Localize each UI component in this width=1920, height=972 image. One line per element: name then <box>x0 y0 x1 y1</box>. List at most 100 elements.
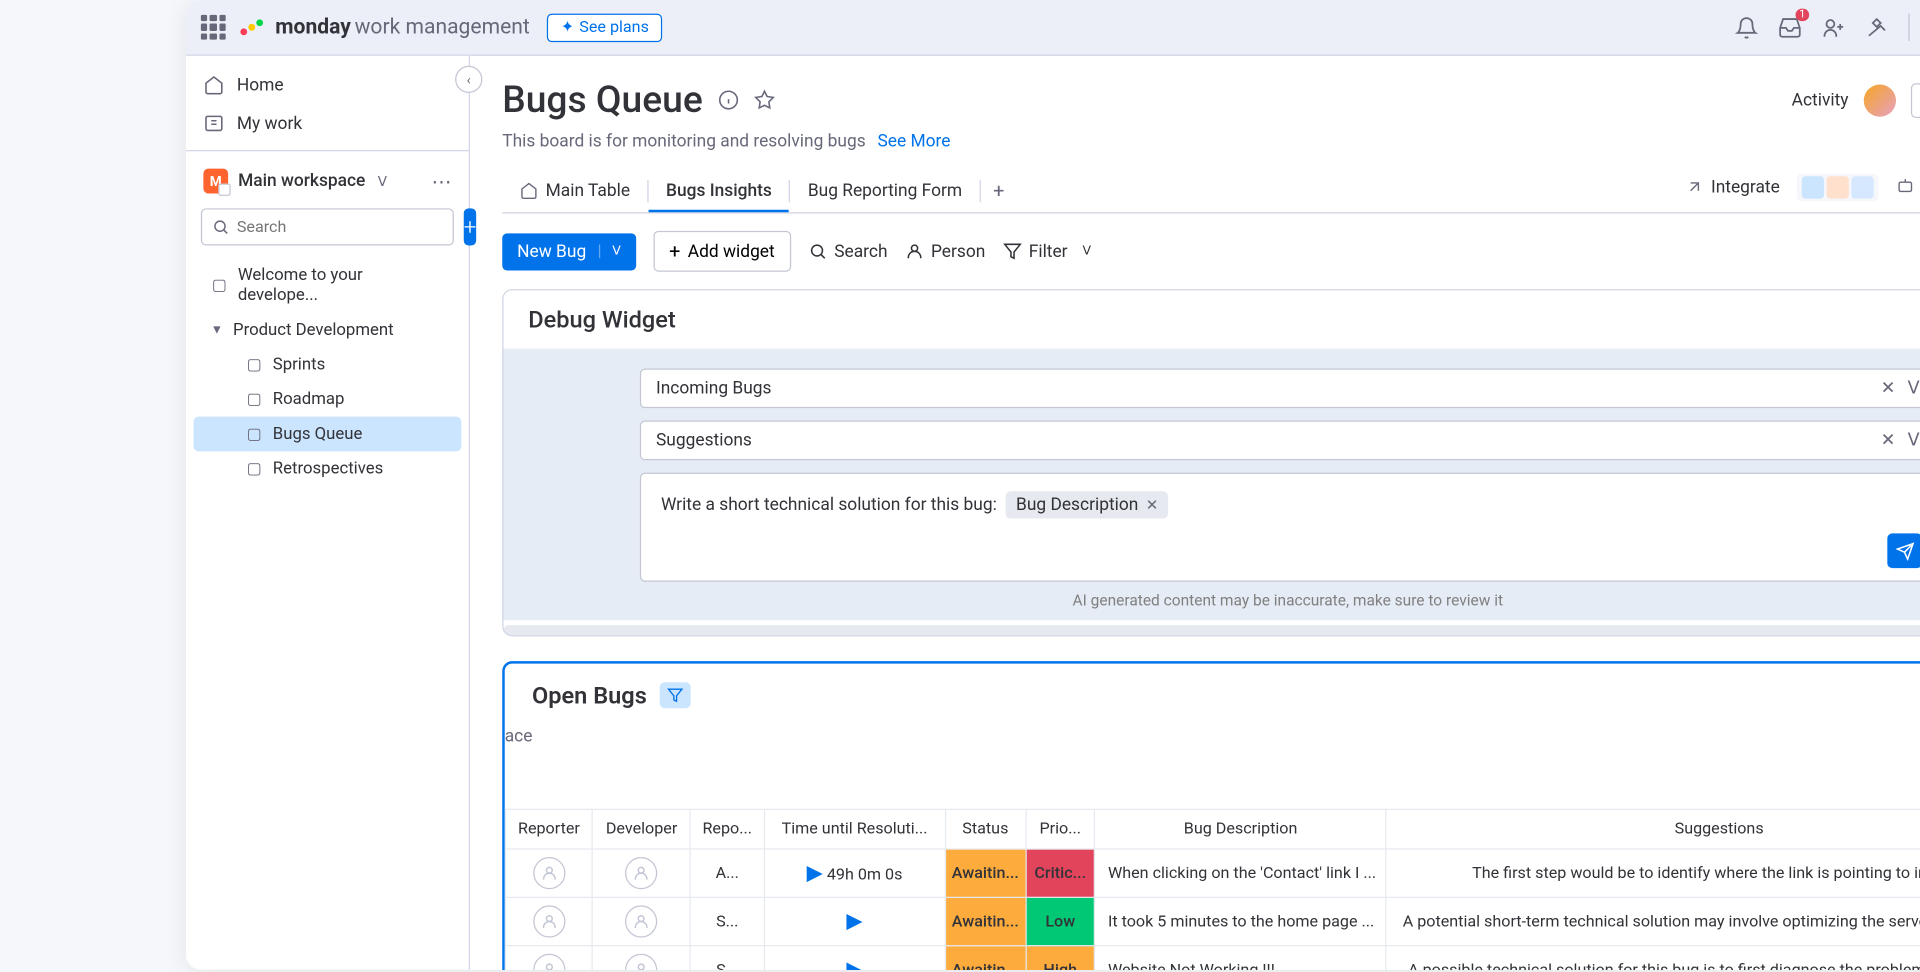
play-icon[interactable]: ▶ <box>846 909 862 934</box>
column-header[interactable]: Developer <box>593 809 691 849</box>
priority-cell[interactable]: High <box>1026 946 1095 970</box>
activity-avatar[interactable] <box>1863 84 1895 116</box>
integration-logos[interactable] <box>1797 173 1879 200</box>
board-icon: ▢ <box>246 459 263 478</box>
inbox-icon[interactable]: 1 <box>1778 16 1802 40</box>
chevron-down-icon[interactable]: ᐯ <box>1908 378 1920 398</box>
status-cell[interactable]: Awaitin... <box>945 849 1025 897</box>
workspace-badge: M <box>203 169 228 194</box>
column-header[interactable]: Status <box>945 809 1025 849</box>
priority-cell[interactable]: Critic... <box>1026 849 1095 897</box>
toolbar-person[interactable]: Person <box>905 241 985 261</box>
description-cell[interactable]: Website Not Working !!! <box>1095 946 1386 970</box>
inbox-badge: 1 <box>1795 8 1809 20</box>
sidebar-item-sprints[interactable]: ▢ Sprints <box>193 347 461 382</box>
send-button[interactable] <box>1887 533 1920 568</box>
sidebar-item-welcome[interactable]: ▢ Welcome to your develope... <box>193 258 461 313</box>
add-widget-button[interactable]: + Add widget <box>653 231 791 272</box>
column-header[interactable]: Reporter <box>505 809 592 849</box>
doc-icon: ▢ <box>211 276 228 295</box>
see-plans-button[interactable]: ✦ See plans <box>547 13 662 42</box>
chevron-down-icon[interactable]: ᐯ <box>599 244 621 258</box>
column-header[interactable]: Repo... <box>691 809 764 849</box>
time-cell[interactable]: ▶ 49h 0m 0s <box>764 849 945 897</box>
reporter-avatar[interactable] <box>533 905 565 937</box>
suggestion-cell[interactable]: A potential short-term technical solutio… <box>1386 897 1920 945</box>
workspace-selector[interactable]: M Main workspace ᐯ ⋯ <box>186 159 469 204</box>
developer-avatar[interactable] <box>625 857 657 889</box>
apps-icon[interactable] <box>1865 16 1889 40</box>
developer-avatar[interactable] <box>625 905 657 937</box>
automate-button[interactable]: Automate / 1 <box>1896 177 1920 197</box>
chevron-down-icon[interactable]: ᐯ <box>1908 430 1920 450</box>
table-row[interactable]: A...▶ 49h 0m 0sAwaitin...Critic...When c… <box>505 849 1920 897</box>
open-bugs-overflow-text: ace <box>505 727 1920 809</box>
integrate-button[interactable]: Integrate <box>1685 177 1780 197</box>
priority-cell[interactable]: Low <box>1026 897 1095 945</box>
add-item-button[interactable]: + <box>464 208 477 245</box>
see-more-link[interactable]: See More <box>877 131 950 151</box>
notifications-icon[interactable] <box>1735 16 1759 40</box>
tab-bugs-insights[interactable]: Bugs Insights <box>649 171 790 211</box>
status-cell[interactable]: Awaitin... <box>945 946 1025 970</box>
sidebar-mywork[interactable]: My work <box>186 104 469 142</box>
debug-dropdown-suggestions[interactable]: Suggestions ✕ᐯ <box>640 420 1920 460</box>
collapse-sidebar-button[interactable]: ‹ <box>455 66 482 93</box>
column-header[interactable]: Prio... <box>1026 809 1095 849</box>
toolbar-search[interactable]: Search <box>808 241 887 261</box>
sidebar-item-bugs-queue[interactable]: ▢ Bugs Queue <box>193 417 461 452</box>
filter-active-icon[interactable] <box>659 682 690 708</box>
sidebar-item-retro[interactable]: ▢ Retrospectives <box>193 451 461 486</box>
sidebar-search-input[interactable] <box>201 208 454 245</box>
repo-cell[interactable]: A... <box>691 849 764 897</box>
description-cell[interactable]: It took 5 minutes to the home page ... <box>1095 897 1386 945</box>
sparkle-icon: ✦ <box>561 18 575 37</box>
table-row[interactable]: S... ▶ Awaitin...LowIt took 5 minutes to … <box>505 897 1920 945</box>
info-icon[interactable] <box>718 89 739 110</box>
time-cell[interactable]: ▶ <box>764 946 945 970</box>
new-bug-button[interactable]: New Bug ᐯ <box>502 233 635 270</box>
column-header[interactable]: Suggestions <box>1386 809 1920 849</box>
board-icon: ▢ <box>246 425 263 444</box>
table-row[interactable]: S... ▶ Awaitin...HighWebsite Not Working … <box>505 946 1920 970</box>
description-cell[interactable]: When clicking on the 'Contact' link I ..… <box>1095 849 1386 897</box>
add-view-button[interactable]: + <box>981 169 1017 212</box>
play-icon[interactable]: ▶ <box>846 957 862 969</box>
invite-button[interactable]: Invite / 1 <box>1910 82 1920 117</box>
column-header[interactable]: Bug Description <box>1095 809 1386 849</box>
reporter-avatar[interactable] <box>533 857 565 889</box>
sidebar-home[interactable]: Home <box>186 66 469 104</box>
toolbar-filter[interactable]: Filter ᐯ <box>1003 241 1091 261</box>
mywork-icon <box>203 113 224 134</box>
workspace-menu-icon[interactable]: ⋯ <box>432 169 452 193</box>
suggestion-cell[interactable]: The first step would be to identify wher… <box>1386 849 1920 897</box>
clear-icon[interactable]: ✕ <box>1881 430 1896 450</box>
home-icon <box>203 74 224 95</box>
horizontal-scrollbar[interactable] <box>503 625 1920 635</box>
tab-main-table[interactable]: Main Table <box>502 171 647 211</box>
debug-dropdown-incoming[interactable]: Incoming Bugs ✕ᐯ <box>640 368 1920 408</box>
repo-cell[interactable]: S... <box>691 897 764 945</box>
clear-icon[interactable]: ✕ <box>1881 378 1896 398</box>
open-bugs-title: Open Bugs <box>532 681 647 710</box>
status-cell[interactable]: Awaitin... <box>945 897 1025 945</box>
remove-chip-icon[interactable]: ✕ <box>1146 496 1158 513</box>
time-cell[interactable]: ▶ <box>764 897 945 945</box>
sidebar-item-roadmap[interactable]: ▢ Roadmap <box>193 382 461 417</box>
repo-cell[interactable]: S... <box>691 946 764 970</box>
apps-grid-icon[interactable] <box>201 15 226 40</box>
brand-name: monday <box>275 15 351 40</box>
column-chip[interactable]: Bug Description ✕ <box>1006 491 1168 518</box>
debug-prompt-input[interactable]: Write a short technical solution for thi… <box>640 472 1920 581</box>
tab-bug-reporting-form[interactable]: Bug Reporting Form <box>790 171 979 211</box>
activity-link[interactable]: Activity <box>1792 90 1849 110</box>
sidebar-folder-product[interactable]: ▼ Product Development <box>193 312 461 347</box>
reporter-avatar[interactable] <box>533 954 565 970</box>
invite-members-icon[interactable] <box>1822 16 1846 40</box>
play-icon[interactable]: ▶ <box>807 861 823 886</box>
developer-avatar[interactable] <box>625 954 657 970</box>
search-field[interactable] <box>237 218 443 237</box>
star-icon[interactable] <box>754 89 775 110</box>
suggestion-cell[interactable]: A possible technical solution for this b… <box>1386 946 1920 970</box>
column-header[interactable]: Time until Resoluti... <box>764 809 945 849</box>
